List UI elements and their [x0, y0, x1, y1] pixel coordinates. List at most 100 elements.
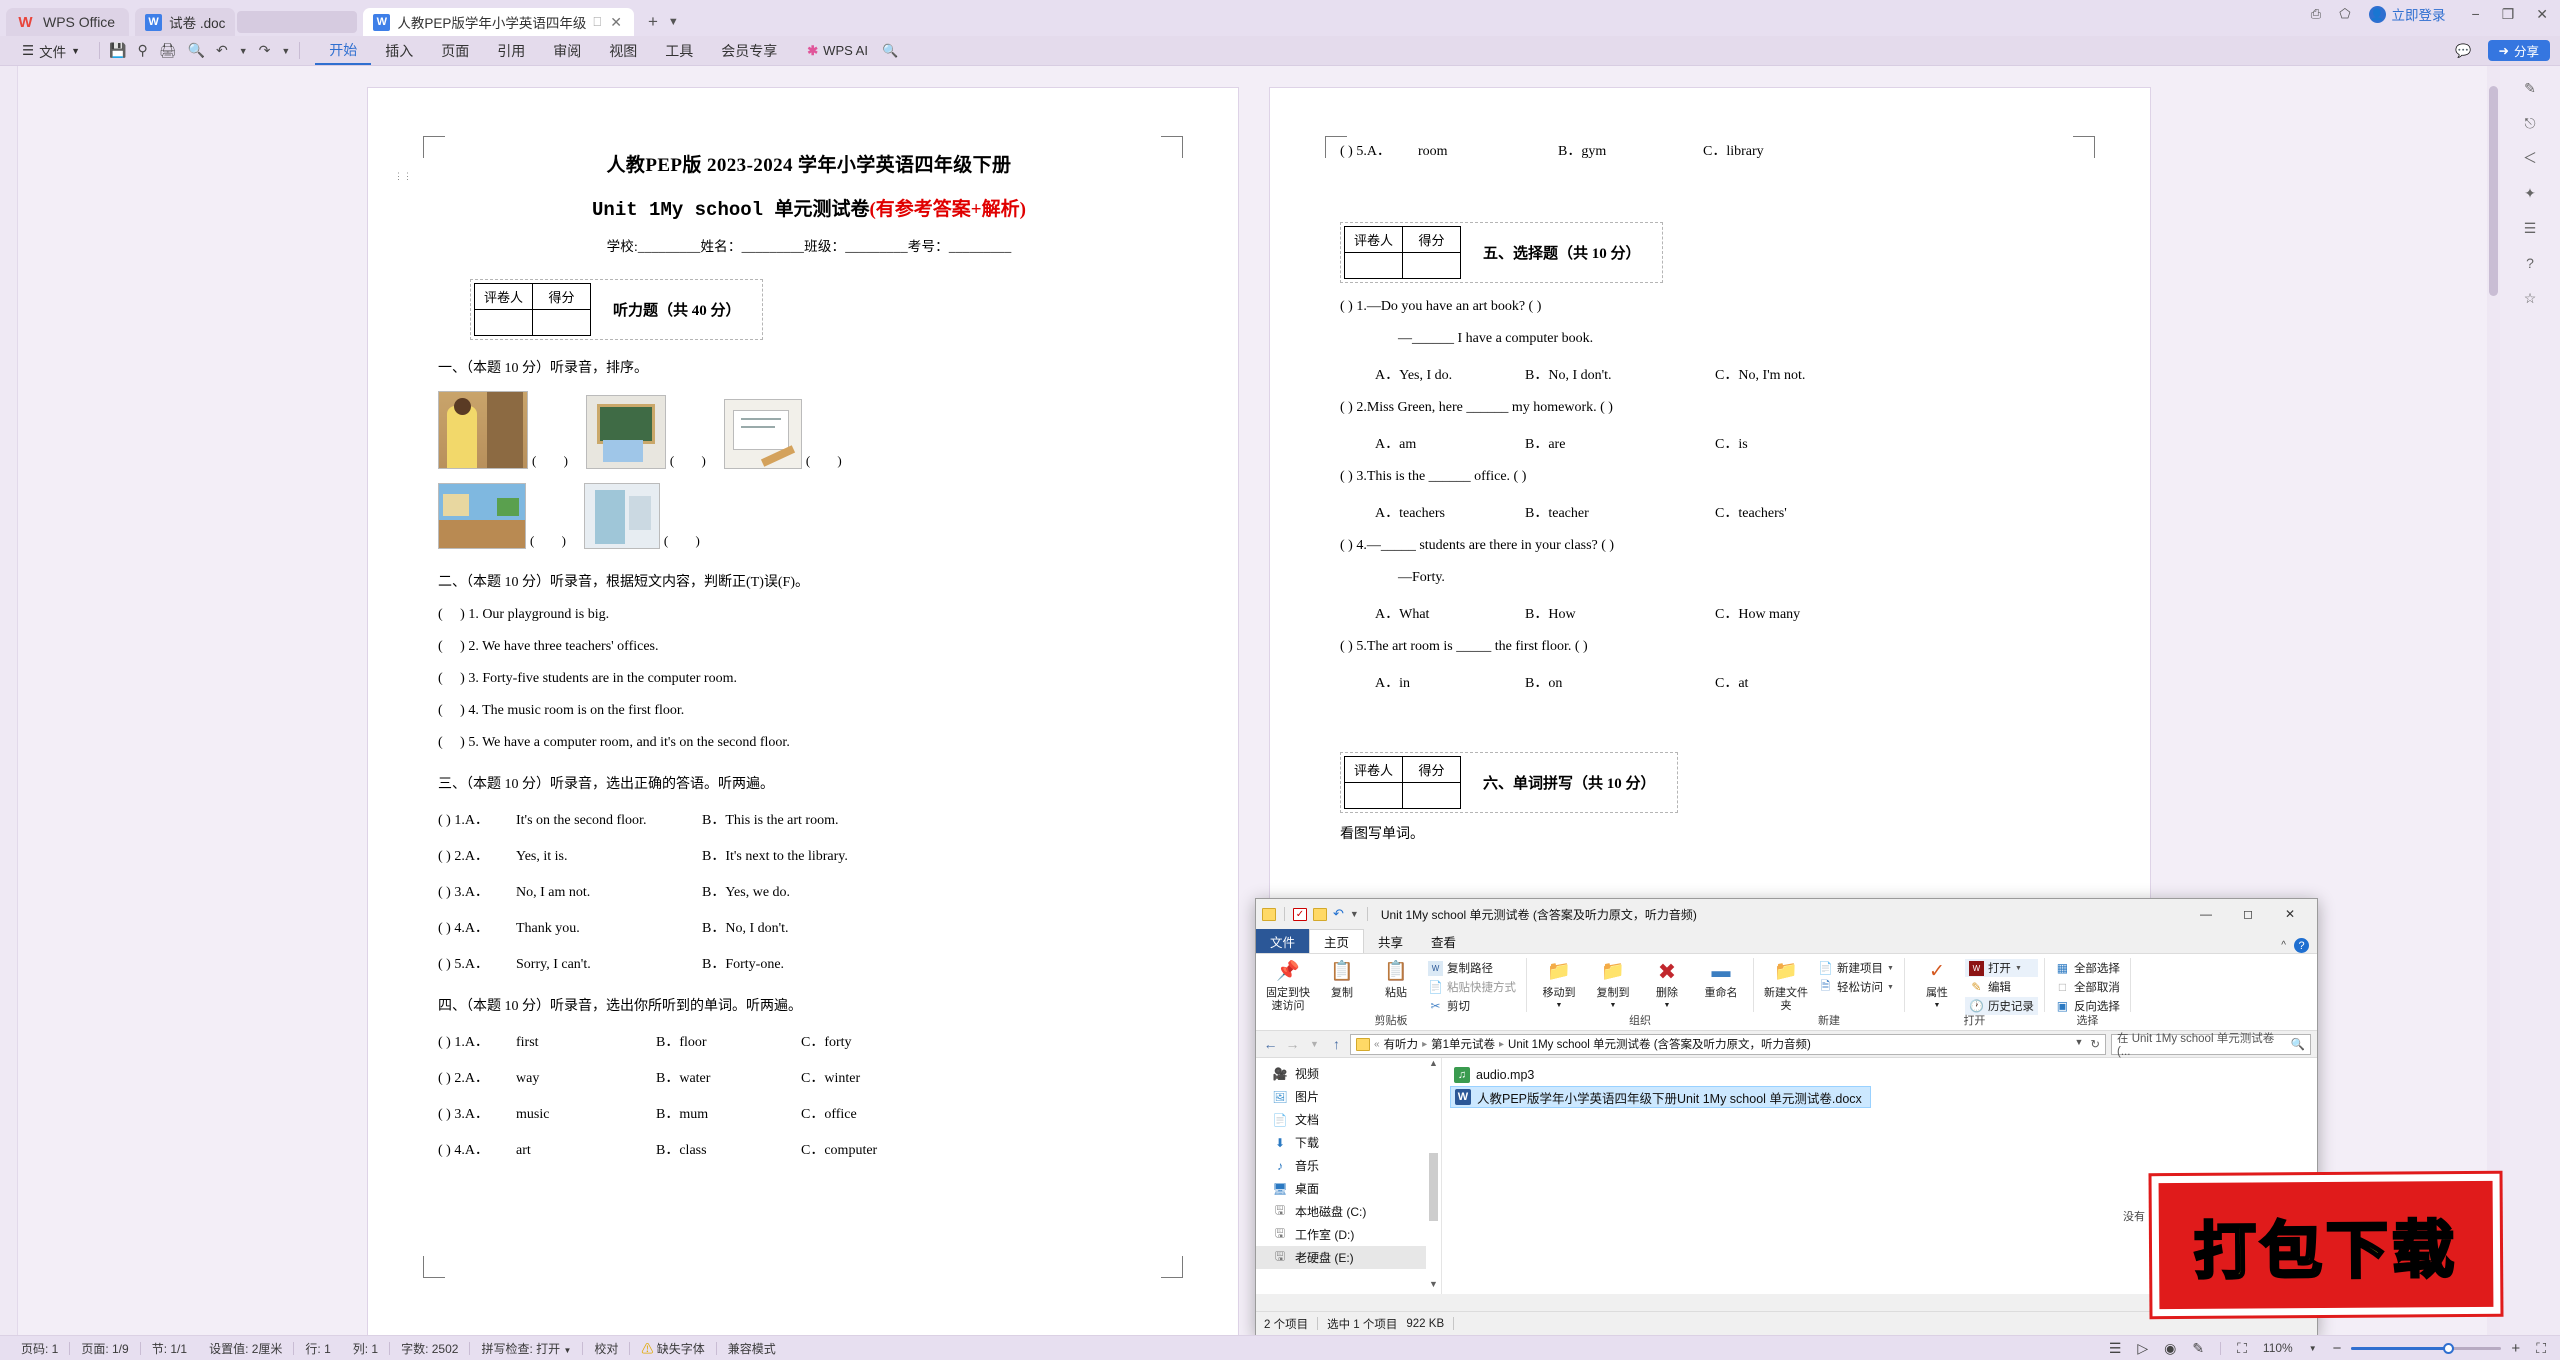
q1-blank-4[interactable]: ( ) — [530, 533, 578, 549]
chevron-down-icon[interactable]: ▼ — [2074, 1037, 2083, 1051]
nav-item-drive-d[interactable]: 🖫 工作室 (D:) — [1256, 1223, 1441, 1246]
recent-locations-icon[interactable]: ▼ — [1306, 1039, 1323, 1049]
scroll-up-icon[interactable]: ▲ — [1426, 1058, 1441, 1073]
search-input[interactable]: 在 Unit 1My school 单元测试卷 (... 🔍 — [2111, 1033, 2311, 1058]
address-input[interactable]: « 有听力 ▸ 第1单元试卷 ▸ Unit 1My school 单元测试卷 (… — [1350, 1033, 2106, 1055]
score-cell[interactable] — [1402, 252, 1461, 279]
edit-button[interactable]: ✎ 编辑 — [1965, 978, 2038, 996]
explorer-minimize-button[interactable]: — — [2185, 900, 2227, 929]
breadcrumb-overflow[interactable]: « — [1374, 1039, 1380, 1050]
move-to-button[interactable]: 📁 移动到 ▼ — [1533, 957, 1585, 1010]
paste-shortcut-button[interactable]: 📄 粘贴快捷方式 — [1424, 978, 1520, 996]
nav-item-desktop[interactable]: 🖥 桌面 — [1256, 1177, 1441, 1200]
play-icon[interactable]: ▷ — [2137, 1340, 2148, 1357]
status-missing-font[interactable]: ⚠ 缺失字体 — [630, 1340, 715, 1357]
redo-icon[interactable]: ↷ — [259, 42, 271, 59]
cursor-tool-icon[interactable]: ⎋ — [2517, 110, 2543, 136]
chart-tool-icon[interactable]: ☰ — [2517, 215, 2543, 241]
text-tool-icon[interactable]: ＜ — [2517, 145, 2543, 171]
download-package-stamp[interactable]: 打包下载 — [2151, 1173, 2501, 1317]
find-print-icon[interactable]: 🔍 — [188, 42, 205, 59]
q1-blank-3[interactable]: ( ) — [806, 453, 854, 469]
status-word-count[interactable]: 字数: 2502 — [390, 1340, 469, 1357]
document-tab-2[interactable]: W 人教PEP版学年小学英语四年级 ⎕ ✕ — [363, 8, 634, 36]
nav-item-drive-e[interactable]: 🖫 老硬盘 (E:) — [1256, 1246, 1441, 1269]
zoom-track[interactable] — [2351, 1342, 2502, 1354]
folder-icon[interactable] — [1262, 907, 1276, 921]
pin-to-quick-access-button[interactable]: 📌 固定到快速访问 — [1262, 957, 1314, 1012]
explorer-tab-file[interactable]: 文件 — [1256, 929, 1310, 953]
ribbon-tab-insert[interactable]: 插入 — [371, 37, 427, 65]
restore-button[interactable]: ❐ — [2502, 6, 2515, 23]
select-none-button[interactable]: □ 全部取消 — [2051, 978, 2124, 996]
undo-icon[interactable]: ↶ — [1333, 906, 1344, 922]
expand-icon[interactable]: ⛶ — [2536, 1340, 2546, 1357]
wps-ai-button[interactable]: ✱ WPS AI — [807, 43, 868, 59]
back-button[interactable]: ← — [1262, 1036, 1279, 1052]
zoom-slider[interactable]: − + — [2333, 1340, 2521, 1357]
tab-preview-icon[interactable]: ⎕ — [593, 14, 601, 30]
explorer-tab-share[interactable]: 共享 — [1364, 929, 1417, 953]
help-tool-icon[interactable]: ? — [2517, 250, 2543, 276]
properties-button[interactable]: ✓ 属性 ▼ — [1911, 957, 1963, 1010]
new-folder-button[interactable]: 📁 新建文件夹 — [1760, 957, 1812, 1012]
explorer-tab-home[interactable]: 主页 — [1309, 929, 1365, 953]
select-all-button[interactable]: ▦ 全部选择 — [2051, 959, 2124, 977]
forward-button[interactable]: → — [1284, 1036, 1301, 1052]
close-button[interactable]: ✕ — [2536, 6, 2548, 23]
new-tab-icon[interactable]: + — [648, 12, 658, 32]
outline-view-icon[interactable]: ☰ — [2109, 1340, 2122, 1357]
highlight-icon[interactable]: ✎ — [2192, 1340, 2204, 1357]
pen-tool-icon[interactable]: ✎ — [2517, 75, 2543, 101]
minimize-button[interactable]: − — [2472, 6, 2480, 23]
explorer-maximize-button[interactable]: ◻ — [2227, 900, 2269, 929]
properties-icon[interactable]: ✓ — [1293, 907, 1307, 921]
nav-item-pictures[interactable]: 🖼 图片 — [1256, 1085, 1441, 1108]
new-tab-group[interactable]: + ▼ — [648, 12, 679, 32]
status-proofread[interactable]: 校对 — [583, 1340, 629, 1357]
zoom-in-button[interactable]: + — [2511, 1340, 2520, 1357]
scroll-down-icon[interactable]: ▼ — [1426, 1279, 1441, 1294]
zoom-out-button[interactable]: − — [2333, 1340, 2342, 1357]
document-page-1[interactable]: ⋮⋮ 人教PEP版 2023-2024 学年小学英语四年级下册 Unit 1My… — [368, 88, 1238, 1335]
q1-blank-2[interactable]: ( ) — [670, 453, 718, 469]
chevron-down-icon[interactable]: ▼ — [239, 46, 248, 56]
ribbon-tab-tools[interactable]: 工具 — [651, 37, 707, 65]
nav-item-documents[interactable]: 📄 文档 — [1256, 1108, 1441, 1131]
copy-path-button[interactable]: W 复制路径 — [1424, 959, 1520, 977]
paste-button[interactable]: 📋 粘贴 — [1370, 957, 1422, 1000]
help-icon[interactable]: ? — [2294, 938, 2309, 953]
score-cell[interactable] — [1344, 782, 1403, 809]
nav-item-drive-c[interactable]: 🖫 本地磁盘 (C:) — [1256, 1200, 1441, 1223]
breadcrumb-item-3[interactable]: Unit 1My school 单元测试卷 (含答案及听力原文，听力音频) — [1508, 1036, 1811, 1052]
document-tab-1[interactable]: W 试卷 .doc — [135, 8, 236, 36]
breadcrumb-item-1[interactable]: 有听力 — [1384, 1036, 1419, 1052]
breadcrumb-item-2[interactable]: 第1单元试卷 — [1431, 1036, 1495, 1052]
status-spellcheck[interactable]: 拼写检查: 打开 ▼ — [470, 1340, 582, 1357]
q1-blank-1[interactable]: ( ) — [532, 453, 580, 469]
open-with-button[interactable]: W 打开 ▼ — [1964, 959, 2038, 977]
chevron-down-icon[interactable]: ▼ — [668, 16, 679, 28]
print-preview-icon[interactable]: ⚲ — [137, 42, 147, 59]
refresh-icon[interactable]: ↻ — [2090, 1037, 2100, 1051]
ribbon-tab-page[interactable]: 页面 — [427, 37, 483, 65]
undo-icon[interactable]: ↶ — [216, 42, 228, 59]
ribbon-tab-member[interactable]: 会员专享 — [707, 37, 791, 65]
new-folder-icon[interactable] — [1313, 907, 1327, 921]
chevron-down-icon[interactable]: ▼ — [1350, 909, 1359, 919]
wps-office-home-button[interactable]: W WPS Office — [6, 8, 130, 36]
chevron-up-icon[interactable]: ^ — [2281, 940, 2286, 951]
up-button[interactable]: ↑ — [1328, 1036, 1345, 1052]
score-cell[interactable] — [1402, 782, 1461, 809]
chevron-down-icon[interactable]: ▼ — [281, 46, 290, 56]
comment-icon[interactable]: 💬 — [2455, 43, 2471, 59]
login-button[interactable]: 👤 立即登录 — [2368, 4, 2446, 24]
scrollbar-thumb[interactable] — [1429, 1153, 1438, 1221]
rename-button[interactable]: ▬ 重命名 — [1695, 957, 1747, 1000]
print-icon[interactable]: 🖨 — [159, 42, 177, 59]
explorer-close-button[interactable]: ✕ — [2269, 900, 2311, 929]
nav-item-music[interactable]: ♪ 音乐 — [1256, 1154, 1441, 1177]
cube-icon[interactable]: ⬠ — [2339, 6, 2350, 22]
easy-access-button[interactable]: 🗎 轻松访问 ▼ — [1814, 978, 1898, 996]
file-row-docx[interactable]: W 人教PEP版学年小学英语四年级下册Unit 1My school 单元测试卷… — [1450, 1086, 1871, 1108]
